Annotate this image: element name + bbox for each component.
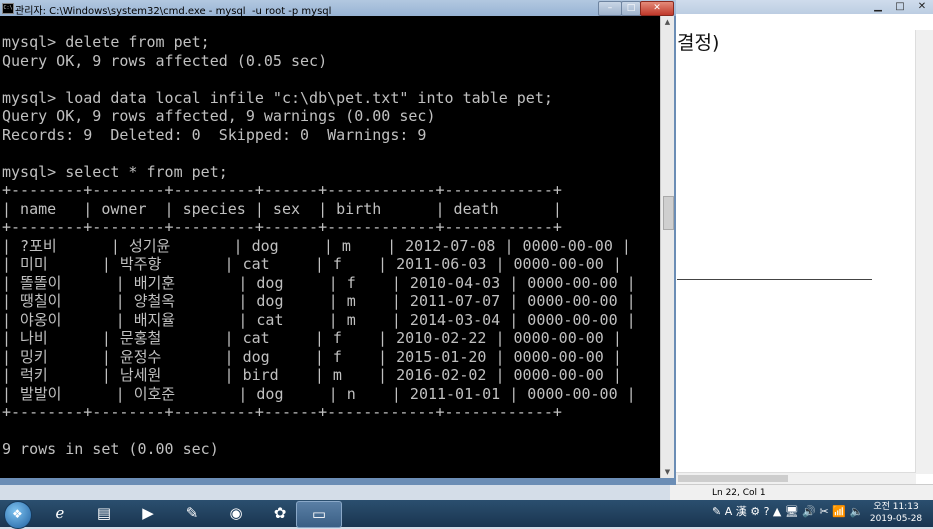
scroll-thumb[interactable]: [678, 475, 788, 482]
console-line: mysql> load data local infile "c:\db\pet…: [2, 88, 553, 107]
console-line: +--------+--------+---------+------+----…: [2, 218, 562, 236]
console-line: | name | owner | species | sex | birth |…: [2, 199, 562, 218]
console-line: Records: 9 Deleted: 0 Skipped: 0 Warning…: [2, 125, 427, 144]
vertical-scrollbar[interactable]: [915, 30, 933, 474]
cmd-icon: C:\: [2, 3, 14, 14]
console-area[interactable]: mysql> delete from pet; Query OK, 9 rows …: [0, 16, 660, 478]
console-output: mysql> delete from pet; Query OK, 9 rows …: [2, 33, 636, 478]
console-line: | 나비 | 문홍철 | cat | f | 2010-02-22 | 0000…: [2, 329, 622, 347]
scroll-thumb[interactable]: [663, 196, 674, 230]
cmd-title: 관리자: C:\Windows\system32\cmd.exe - mysql…: [15, 6, 332, 17]
clock-date: 2019-05-28: [869, 514, 923, 524]
close-button[interactable]: ✕: [912, 0, 932, 14]
maximize-button[interactable]: □: [890, 0, 910, 14]
console-line: +--------+--------+---------+------+----…: [2, 403, 562, 421]
console-line: | 똘똘이 | 배기훈 | dog | f | 2010-04-03 | 000…: [2, 273, 636, 292]
cmd-titlebar[interactable]: C:\ 관리자: C:\Windows\system32\cmd.exe - m…: [0, 0, 676, 17]
console-line: | 발발이 | 이호준 | dog | n | 2011-01-01 | 000…: [2, 384, 636, 403]
explorer-taskbar-button[interactable]: ▤: [82, 501, 126, 526]
console-line: mysql> delete from pet;: [2, 33, 210, 51]
chrome-taskbar-button[interactable]: ◉: [214, 501, 258, 526]
minimize-button[interactable]: ▁: [868, 0, 888, 14]
console-line: | ?포비 | 성기윤 | dog | m | 2012-07-08 | 000…: [2, 236, 631, 255]
horizontal-scrollbar[interactable]: [670, 472, 916, 484]
ie-icon: ℯ: [55, 504, 65, 522]
cmd-window: C:\ 관리자: C:\Windows\system32\cmd.exe - m…: [0, 0, 676, 485]
console-line: | 땡칠이 | 양철옥 | dog | m | 2011-07-07 | 000…: [2, 292, 636, 310]
console-line: | 야옹이 | 배지율 | cat | m | 2014-03-04 | 000…: [2, 310, 636, 329]
console-line: +--------+--------+---------+------+----…: [2, 181, 562, 199]
status-bar: Ln 22, Col 1: [670, 484, 933, 501]
console-line: | 밍키 | 윤정수 | dog | f | 2015-01-20 | 0000…: [2, 347, 622, 366]
notepad-taskbar-button[interactable]: ✎: [170, 501, 214, 526]
console-line: 9 rows in set (0.00 sec): [2, 440, 219, 458]
folder-icon: ▤: [96, 504, 112, 522]
paint-icon: ✿: [273, 504, 287, 522]
dash-line: [677, 279, 872, 280]
console-line: mysql>: [2, 477, 636, 478]
media-player-taskbar-button[interactable]: ▶: [126, 501, 170, 526]
minimize-button[interactable]: –: [598, 1, 622, 16]
ie-taskbar-button[interactable]: ℯ: [38, 501, 82, 526]
cursor-position: Ln 22, Col 1: [712, 488, 766, 498]
clock[interactable]: 오전 11:13 2019-05-28: [864, 501, 928, 525]
notepad-window: ▁ □ ✕ 결정) Ln 22, Col 1: [670, 0, 933, 501]
windows-logo-icon: ❖: [12, 507, 23, 521]
start-button[interactable]: ❖: [4, 501, 32, 529]
clock-time: 오전 11:13: [873, 502, 919, 512]
cmd-taskbar-button[interactable]: ▭: [296, 501, 342, 528]
taskbar: ❖ ℯ ▤ ▶ ✎ ◉ ✿ ▭ ✎ A 漢 ⚙ ? ▲ 🖥 🔊 ✂ 📶 🔈 오전…: [0, 500, 933, 529]
console-scrollbar[interactable]: ▲ ▼: [660, 16, 674, 478]
console-line: | 럭키 | 남세원 | bird | m | 2016-02-02 | 000…: [2, 366, 622, 384]
cmd-icon: ▭: [311, 505, 327, 523]
notepad-icon: ✎: [185, 504, 199, 522]
close-button[interactable]: ✕: [640, 1, 674, 16]
console-line: | 미미 | 박주향 | cat | f | 2011-06-03 | 0000…: [2, 255, 622, 273]
chrome-icon: ◉: [229, 504, 243, 522]
console-line: Query OK, 9 rows affected (0.05 sec): [2, 51, 328, 70]
system-tray[interactable]: ✎ A 漢 ⚙ ? ▲ 🖥 🔊 ✂ 📶 🔈: [712, 503, 863, 519]
console-line: mysql> select * from pet;: [2, 162, 228, 181]
notepad-titlebar[interactable]: ▁ □ ✕: [670, 0, 933, 14]
maximize-button[interactable]: □: [621, 1, 641, 16]
scroll-down-icon[interactable]: ▼: [661, 466, 674, 478]
media-player-icon: ▶: [142, 504, 154, 522]
scroll-up-icon[interactable]: ▲: [661, 16, 674, 28]
console-line: Query OK, 9 rows affected, 9 warnings (0…: [2, 107, 436, 125]
notepad-text: 결정): [677, 32, 720, 54]
